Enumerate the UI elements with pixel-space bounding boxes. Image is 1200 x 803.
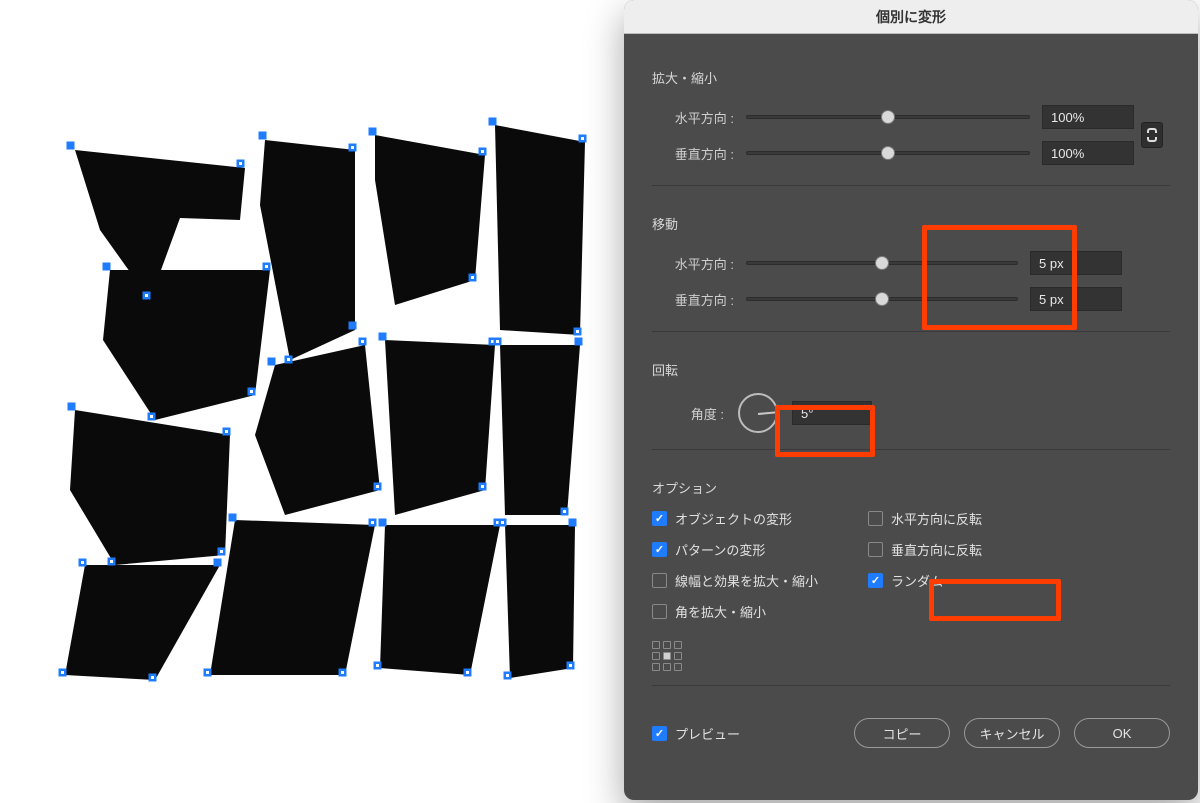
angle-dial-hand (758, 411, 776, 415)
cancel-button[interactable]: キャンセル (964, 718, 1060, 748)
checkbox-label: 水平方向に反転 (891, 509, 982, 528)
canvas-area (0, 0, 630, 803)
check-icon (652, 573, 667, 588)
separator (652, 685, 1170, 686)
check-icon (652, 604, 667, 619)
move-h-slider[interactable] (746, 261, 1018, 265)
move-v-slider[interactable] (746, 297, 1018, 301)
checkbox-transform-objects[interactable]: ✓ オブジェクトの変形 (652, 509, 818, 528)
angle-dial[interactable] (738, 393, 778, 433)
scale-h-slider[interactable] (746, 115, 1030, 119)
checkbox-preview[interactable]: ✓ プレビュー (652, 724, 740, 743)
transform-each-dialog: 個別に変形 拡大・縮小 水平方向 : 垂直方向 : (624, 0, 1198, 800)
check-icon: ✓ (652, 542, 667, 557)
checkbox-reflect-x[interactable]: 水平方向に反転 (868, 509, 982, 528)
scale-v-slider[interactable] (746, 151, 1030, 155)
check-icon: ✓ (652, 726, 667, 741)
checkbox-transform-patterns[interactable]: ✓ パターンの変形 (652, 540, 818, 559)
check-icon (868, 542, 883, 557)
artwork-svg (55, 120, 585, 680)
slider-thumb[interactable] (875, 256, 889, 270)
checkbox-label: ランダム (891, 571, 943, 590)
reference-point-center[interactable] (663, 652, 671, 660)
dialog-body: 拡大・縮小 水平方向 : 垂直方向 : (624, 34, 1198, 800)
checkbox-scale-corners[interactable]: 角を拡大・縮小 (652, 602, 818, 621)
checkbox-reflect-y[interactable]: 垂直方向に反転 (868, 540, 982, 559)
dialog-title: 個別に変形 (624, 0, 1198, 34)
copy-button[interactable]: コピー (854, 718, 950, 748)
scale-h-label: 水平方向 : (652, 108, 734, 127)
checkbox-label: 角を拡大・縮小 (675, 602, 766, 621)
check-icon: ✓ (652, 511, 667, 526)
link-scale-icon[interactable] (1141, 122, 1163, 148)
move-h-input[interactable] (1030, 251, 1122, 275)
scale-h-input[interactable] (1042, 105, 1134, 129)
slider-thumb[interactable] (875, 292, 889, 306)
angle-input[interactable] (792, 401, 872, 425)
slider-thumb[interactable] (881, 146, 895, 160)
scale-v-input[interactable] (1042, 141, 1134, 165)
check-icon: ✓ (868, 573, 883, 588)
ok-button[interactable]: OK (1074, 718, 1170, 748)
scale-v-label: 垂直方向 : (652, 144, 734, 163)
checkbox-label: 垂直方向に反転 (891, 540, 982, 559)
scale-section: 拡大・縮小 水平方向 : 垂直方向 : (652, 54, 1170, 171)
check-icon (868, 511, 883, 526)
checkbox-label: パターンの変形 (675, 540, 765, 559)
rotate-section-label: 回転 (652, 360, 1170, 379)
slider-thumb[interactable] (881, 110, 895, 124)
checkbox-scale-strokes[interactable]: 線幅と効果を拡大・縮小 (652, 571, 818, 590)
options-section: オプション ✓ オブジェクトの変形 ✓ パターンの変形 線幅と効果を拡大・縮小 (652, 464, 1170, 671)
separator (652, 449, 1170, 450)
angle-label: 角度 : (660, 404, 724, 423)
rotate-section: 回転 角度 : (652, 346, 1170, 435)
move-v-input[interactable] (1030, 287, 1122, 311)
checkbox-label: 線幅と効果を拡大・縮小 (675, 571, 818, 590)
move-v-label: 垂直方向 : (652, 290, 734, 309)
move-section: 移動 水平方向 : 垂直方向 : (652, 200, 1170, 317)
selected-artwork[interactable] (55, 120, 585, 680)
scale-section-label: 拡大・縮小 (652, 68, 1170, 87)
separator (652, 331, 1170, 332)
checkbox-label: プレビュー (675, 724, 740, 743)
dialog-footer: ✓ プレビュー コピー キャンセル OK (652, 700, 1170, 766)
checkbox-random[interactable]: ✓ ランダム (868, 571, 982, 590)
checkbox-label: オブジェクトの変形 (675, 509, 792, 528)
move-h-label: 水平方向 : (652, 254, 734, 273)
options-section-label: オプション (652, 478, 1170, 497)
separator (652, 185, 1170, 186)
reference-point-widget[interactable] (652, 641, 682, 671)
move-section-label: 移動 (652, 214, 1170, 233)
